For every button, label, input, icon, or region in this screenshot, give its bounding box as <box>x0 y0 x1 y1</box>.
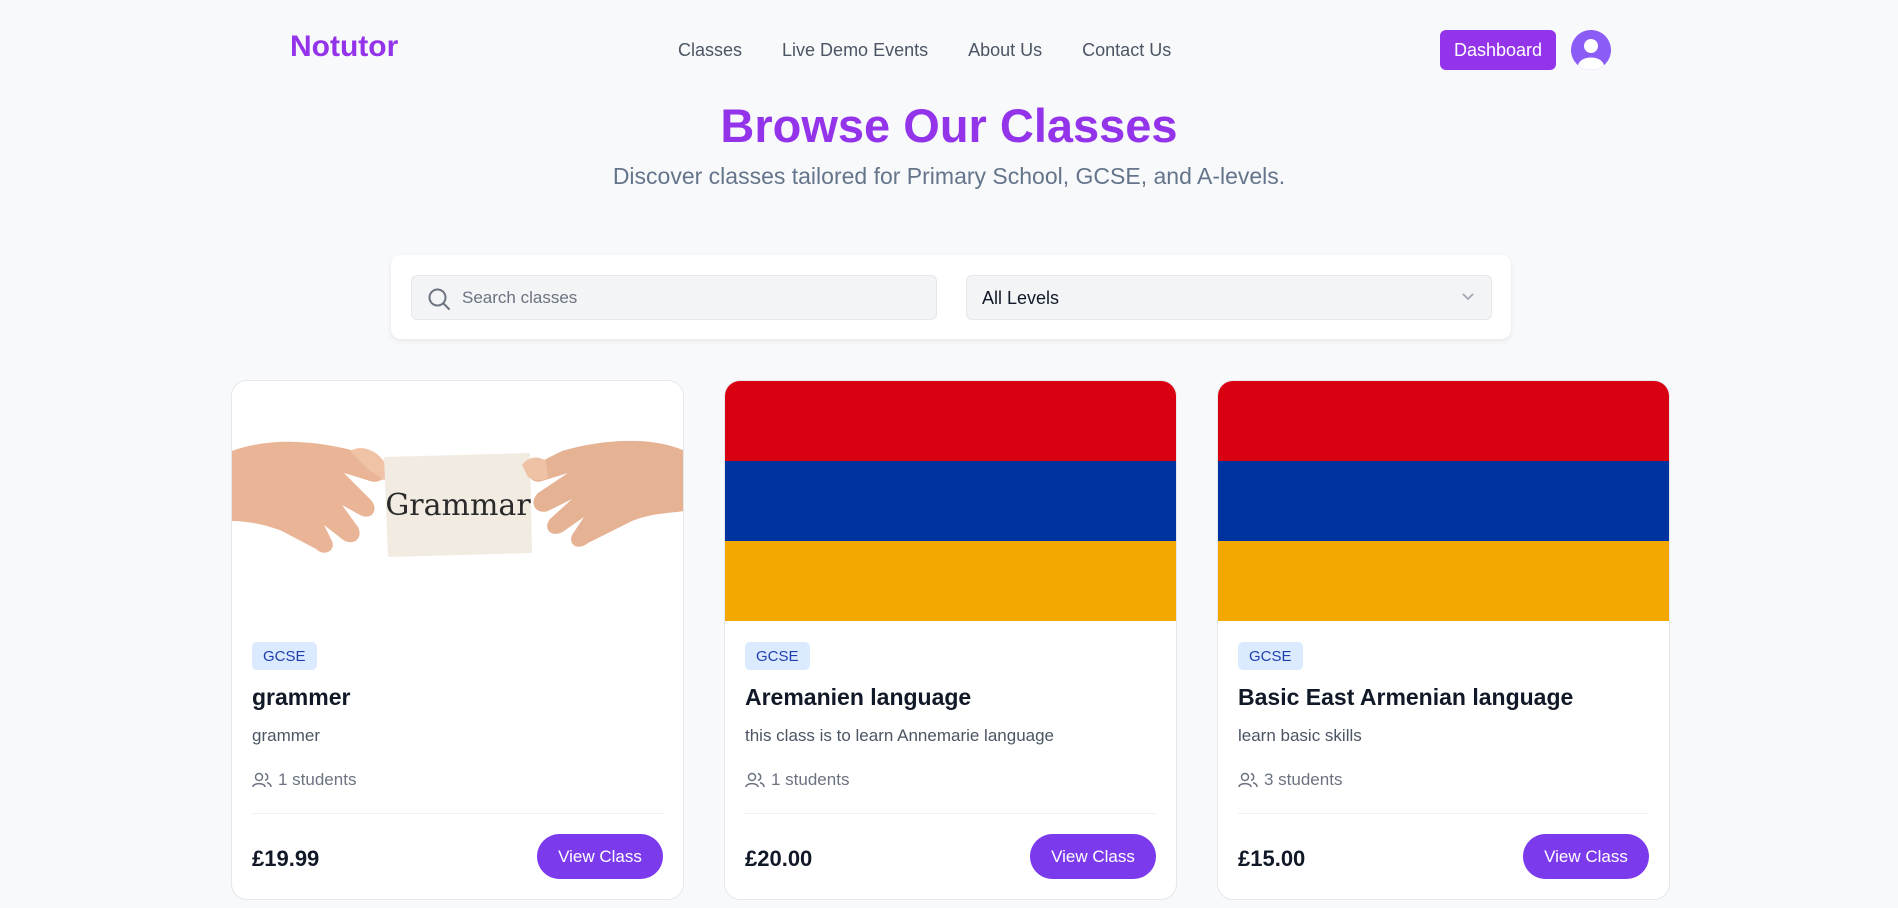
users-icon <box>252 772 272 788</box>
filter-bar: All Levels <box>391 255 1511 339</box>
brand-logo[interactable]: Notutor <box>290 30 398 64</box>
class-card: GCSE Basic East Armenian language learn … <box>1217 380 1670 900</box>
divider <box>745 813 1156 814</box>
class-image <box>725 381 1176 621</box>
nav-live-demo-events[interactable]: Live Demo Events <box>782 40 928 61</box>
page-subtitle: Discover classes tailored for Primary Sc… <box>612 163 1286 189</box>
level-badge: GCSE <box>1238 642 1303 670</box>
level-select[interactable]: All Levels <box>966 275 1492 320</box>
grammar-card-photo: Grammar <box>232 381 683 621</box>
armenian-flag <box>725 381 1176 621</box>
class-image <box>1218 381 1669 621</box>
divider <box>252 813 663 814</box>
class-card: Grammar GCSE grammer grammer 1 students … <box>231 380 684 900</box>
user-icon <box>1571 30 1611 70</box>
student-count-label: 3 students <box>1264 770 1343 789</box>
chevron-down-icon <box>1462 293 1474 301</box>
class-description: learn basic skills <box>1238 726 1362 745</box>
view-class-button[interactable]: View Class <box>1030 834 1156 879</box>
student-count: 3 students <box>1238 770 1342 790</box>
users-icon <box>745 772 765 788</box>
search-input[interactable] <box>462 276 922 319</box>
class-price: £15.00 <box>1238 846 1306 871</box>
search-icon <box>428 288 450 310</box>
class-card: GCSE Aremanien language this class is to… <box>724 380 1177 900</box>
class-price: £20.00 <box>745 846 813 871</box>
divider <box>1238 813 1649 814</box>
nav-about-us[interactable]: About Us <box>968 40 1042 61</box>
student-count-label: 1 students <box>771 770 850 789</box>
student-count: 1 students <box>252 770 356 790</box>
armenian-flag <box>1218 381 1669 621</box>
class-description: this class is to learn Annemarie languag… <box>745 726 1055 745</box>
student-count-label: 1 students <box>278 770 357 789</box>
users-icon <box>1238 772 1258 788</box>
level-select-value: All Levels <box>982 288 1060 308</box>
class-description: grammer <box>252 726 321 745</box>
class-price: £19.99 <box>252 846 320 871</box>
main-nav: Classes Live Demo Events About Us Contac… <box>678 40 1211 61</box>
student-count: 1 students <box>745 770 849 790</box>
view-class-button[interactable]: View Class <box>537 834 663 879</box>
class-title[interactable]: Basic East Armenian language <box>1238 684 1573 711</box>
svg-text:Grammar: Grammar <box>385 488 531 523</box>
class-image: Grammar <box>232 381 683 621</box>
page-title: Browse Our Classes <box>720 99 1178 152</box>
dashboard-button[interactable]: Dashboard <box>1440 30 1556 70</box>
view-class-button[interactable]: View Class <box>1523 834 1649 879</box>
user-avatar[interactable] <box>1571 30 1611 70</box>
nav-contact-us[interactable]: Contact Us <box>1082 40 1171 61</box>
level-badge: GCSE <box>745 642 810 670</box>
level-badge: GCSE <box>252 642 317 670</box>
search-box[interactable] <box>411 275 937 320</box>
class-title[interactable]: grammer <box>252 684 350 711</box>
nav-classes[interactable]: Classes <box>678 40 742 61</box>
class-title[interactable]: Aremanien language <box>745 684 971 711</box>
